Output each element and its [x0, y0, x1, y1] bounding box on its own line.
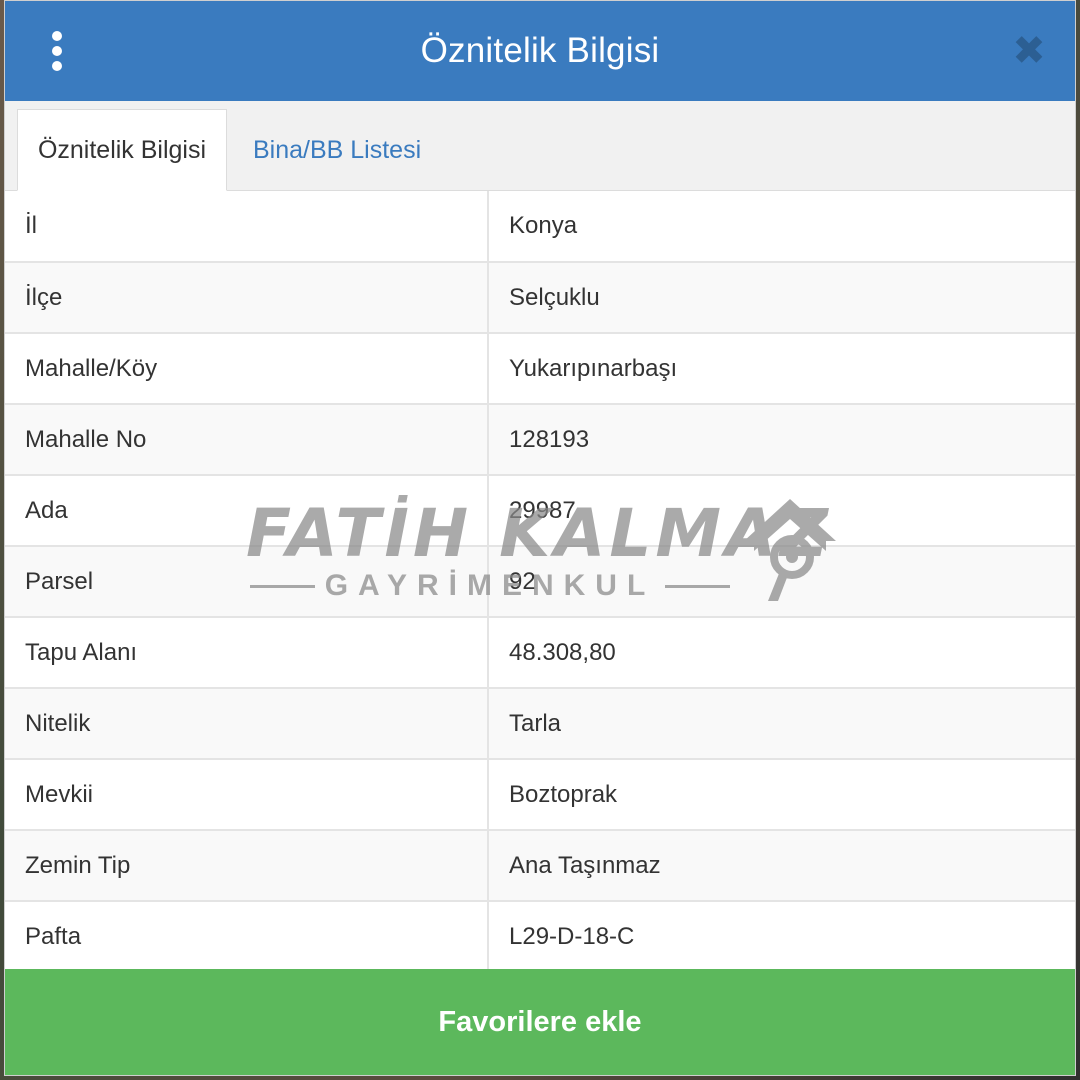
attribute-value: 48.308,80: [488, 617, 1075, 689]
attribute-key: Parsel: [5, 546, 489, 618]
table-row: Nitelik Tarla: [5, 688, 1075, 760]
attribute-dialog: Öznitelik Bilgisi ✖ Öznitelik Bilgisi Bi…: [4, 0, 1076, 1076]
attribute-value: L29-D-18-C: [488, 901, 1075, 973]
attribute-table: İl Konya İlçe Selçuklu Mahalle/Köy Yukarıpına…: [5, 191, 1075, 973]
table-row: Parsel 92: [5, 546, 1075, 618]
table-row: İl Konya: [5, 191, 1075, 263]
attribute-value: Ana Taşınmaz: [488, 830, 1075, 902]
attribute-key: Nitelik: [5, 688, 489, 760]
attribute-key: Ada: [5, 475, 489, 547]
attribute-value: Yukarıpınarbaşı: [488, 333, 1075, 405]
attribute-value: 128193: [488, 404, 1075, 476]
table-row: Zemin Tip Ana Taşınmaz: [5, 830, 1075, 902]
attribute-value: Selçuklu: [488, 262, 1075, 334]
table-row: Tapu Alanı 48.308,80: [5, 617, 1075, 689]
dialog-title: Öznitelik Bilgisi: [420, 31, 660, 70]
close-icon[interactable]: ✖: [1009, 31, 1049, 71]
attribute-value: 92: [488, 546, 1075, 618]
table-row: Ada 29987: [5, 475, 1075, 547]
attribute-key: Pafta: [5, 901, 489, 973]
dot: [52, 46, 62, 56]
tab-bar: Öznitelik Bilgisi Bina/BB Listesi: [5, 101, 1075, 191]
table-row: İlçe Selçuklu: [5, 262, 1075, 334]
attribute-value: Boztoprak: [488, 759, 1075, 831]
table-row: Mahalle/Köy Yukarıpınarbaşı: [5, 333, 1075, 405]
attribute-key: İlçe: [5, 262, 489, 334]
attribute-value: 29987: [488, 475, 1075, 547]
table-row: Pafta L29-D-18-C: [5, 901, 1075, 973]
table-row: Mevkii Boztoprak: [5, 759, 1075, 831]
dot: [52, 61, 62, 71]
attribute-key: Mevkii: [5, 759, 489, 831]
tab-building-list[interactable]: Bina/BB Listesi: [235, 109, 439, 191]
attribute-value: Konya: [488, 191, 1075, 263]
dialog-header: Öznitelik Bilgisi ✖: [5, 1, 1075, 101]
attribute-key: Tapu Alanı: [5, 617, 489, 689]
table-row: Mahalle No 128193: [5, 404, 1075, 476]
add-to-favorites-button[interactable]: Favorilere ekle: [5, 969, 1075, 1075]
attribute-key: Zemin Tip: [5, 830, 489, 902]
vertical-dots-icon[interactable]: [45, 31, 69, 71]
tab-attribute-info[interactable]: Öznitelik Bilgisi: [17, 109, 227, 191]
attribute-key: Mahalle No: [5, 404, 489, 476]
attribute-value: Tarla: [488, 688, 1075, 760]
attribute-key: Mahalle/Köy: [5, 333, 489, 405]
dot: [52, 31, 62, 41]
attribute-key: İl: [5, 191, 489, 263]
